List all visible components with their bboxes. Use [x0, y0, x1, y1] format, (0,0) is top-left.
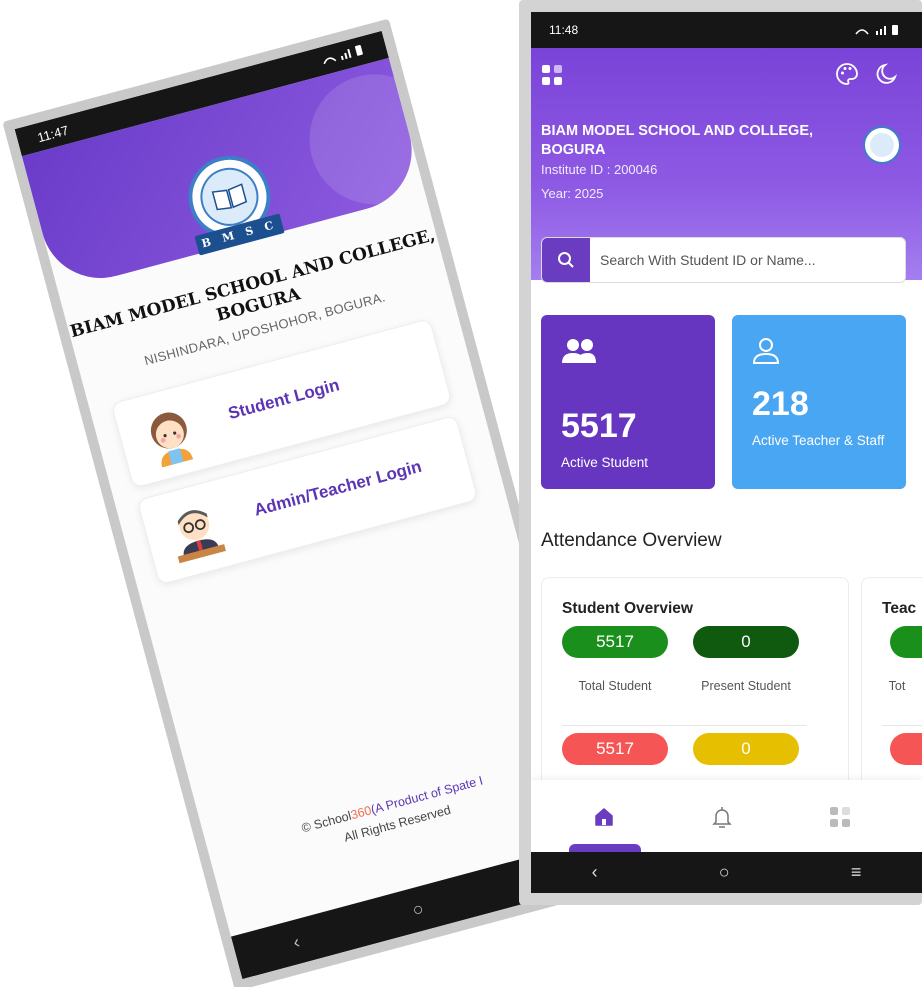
menu-grid-icon[interactable]: [541, 64, 563, 86]
status-time: 11:48: [549, 23, 579, 37]
absent-student-pill: 5517: [562, 733, 668, 765]
nav-recent-icon[interactable]: ≡: [851, 862, 862, 883]
attendance-overview-title: Attendance Overview: [541, 530, 722, 551]
nav-home-icon[interactable]: ○: [410, 898, 426, 921]
overview-divider: [562, 725, 807, 726]
active-student-label: Active Student: [561, 455, 649, 470]
nav-back-icon[interactable]: ‹: [291, 931, 302, 953]
book-icon: [211, 183, 248, 211]
teacher-overview-card: Teac Tot: [861, 577, 922, 792]
nav-home-icon[interactable]: ○: [719, 862, 730, 883]
student-overview-card: Student Overview 5517 0 Total Student Pr…: [541, 577, 849, 792]
student-overview-title: Student Overview: [562, 600, 693, 617]
palette-icon[interactable]: [835, 62, 859, 86]
total-teacher-pill: [890, 626, 922, 658]
teacher-overview-divider: [882, 725, 922, 726]
active-teacher-card[interactable]: 218 Active Teacher & Staff: [732, 315, 906, 489]
absent-teacher-pill: [890, 733, 922, 765]
active-teacher-count: 218: [752, 385, 809, 423]
users-icon: [562, 339, 596, 363]
search-input[interactable]: [590, 238, 905, 282]
right-phone: 11:48 BIAM MODEL SCHOOL AND COLLEGE, BOG…: [519, 0, 922, 905]
home-icon[interactable]: [593, 806, 615, 828]
total-teacher-label: Tot: [888, 679, 906, 693]
student-login-label: Student Login: [226, 375, 342, 424]
present-student-label: Present Student: [701, 679, 791, 693]
school-name: BIAM MODEL SCHOOL AND COLLEGE, BOGURA: [541, 123, 814, 158]
teacher-avatar-icon: [177, 510, 226, 564]
leave-student-pill: 0: [693, 733, 799, 765]
school-logo: [863, 126, 901, 164]
teacher-overview-title: Teac: [882, 600, 917, 617]
active-student-card[interactable]: 5517 Active Student: [541, 315, 715, 489]
nav-back-icon[interactable]: ‹: [592, 862, 598, 883]
active-tab-indicator: [569, 844, 641, 852]
active-student-count: 5517: [561, 407, 637, 445]
grid-menu-icon[interactable]: [829, 806, 851, 828]
bell-icon[interactable]: [711, 806, 733, 828]
search-icon: [558, 252, 574, 268]
student-avatar-icon: [150, 412, 194, 468]
present-student-pill: 0: [693, 626, 799, 658]
admin-login-label: Admin/Teacher Login: [252, 456, 424, 520]
total-student-label: Total Student: [578, 679, 652, 693]
dashboard-screen: 11:48 BIAM MODEL SCHOOL AND COLLEGE, BOG…: [531, 12, 922, 893]
total-student-pill: 5517: [562, 626, 668, 658]
bottom-navigation: [531, 780, 922, 852]
academic-year: Year: 2025: [541, 186, 604, 201]
status-bar: 11:48: [531, 12, 922, 48]
student-search-bar: [541, 237, 906, 283]
signal-battery-icon: [854, 24, 904, 36]
moon-icon[interactable]: [875, 62, 899, 86]
android-nav-bar: ‹ ○ ≡: [531, 852, 922, 893]
active-teacher-label: Active Teacher & Staff: [752, 433, 885, 448]
user-icon: [752, 338, 780, 364]
status-time: 11:47: [35, 122, 70, 145]
institute-id: Institute ID : 200046: [541, 162, 658, 177]
search-button[interactable]: [542, 238, 590, 282]
